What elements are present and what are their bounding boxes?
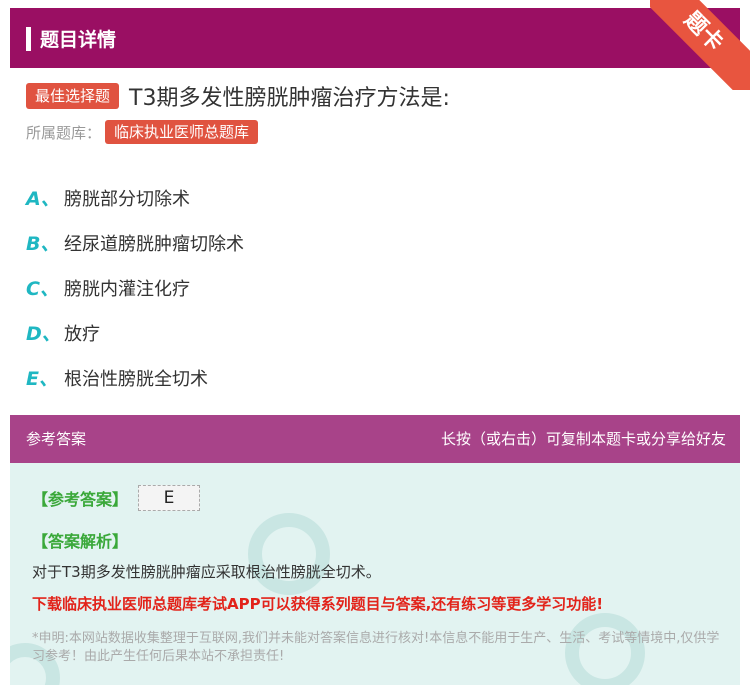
question-type-badge: 最佳选择题: [26, 83, 120, 109]
corner-ribbon: 题卡: [650, 0, 750, 90]
bank-label: 所属题库：: [26, 123, 102, 142]
option-list: A、 膀胱部分切除术 B、 经尿道膀胱肿瘤切除术 C、 膀胱内灌注化疗 D、 放…: [26, 175, 244, 400]
header-accent-bar: [26, 27, 31, 51]
question-text: T3期多发性膀胱肿瘤治疗方法是:: [129, 86, 450, 111]
analysis-label: 【答案解析】: [32, 532, 129, 551]
option-text: 膀胱部分切除术: [64, 188, 190, 210]
question-line: 最佳选择题 T3期多发性膀胱肿瘤治疗方法是:: [26, 80, 450, 112]
disclaimer-text: *申明:本网站数据收集整理于互联网,我们并未能对答案信息进行核对!本信息不能用于…: [32, 631, 720, 664]
watermark-logo: [248, 513, 330, 595]
option-text: 放疗: [64, 323, 100, 345]
option-letter: E、: [26, 368, 58, 390]
answer-header: 参考答案 长按（或右击）可复制本题卡或分享给好友: [10, 415, 740, 463]
option-text: 经尿道膀胱肿瘤切除术: [64, 233, 244, 255]
option-a[interactable]: A、 膀胱部分切除术: [26, 175, 244, 220]
answer-panel: 【参考答案】 E 【答案解析】 对于T3期多发性膀胱肿瘤应采取根治性膀胱全切术。…: [10, 463, 740, 685]
option-d[interactable]: D、 放疗: [26, 310, 244, 355]
answer-label: 【参考答案】: [32, 490, 129, 509]
answer-header-title: 参考答案: [26, 430, 87, 448]
app-download-link[interactable]: 下载临床执业医师总题库考试APP可以获得系列题目与答案,还有练习等更多学习功能!: [32, 593, 603, 614]
option-b[interactable]: B、 经尿道膀胱肿瘤切除术: [26, 220, 244, 265]
page-title: 题目详情: [40, 29, 117, 51]
ribbon-label: 题卡: [650, 0, 750, 90]
option-letter: C、: [26, 278, 59, 300]
bank-link[interactable]: 临床执业医师总题库: [105, 120, 259, 144]
option-c[interactable]: C、 膀胱内灌注化疗: [26, 265, 244, 310]
question-bank-line: 所属题库： 临床执业医师总题库: [26, 120, 259, 144]
share-hint: 长按（或右击）可复制本题卡或分享给好友: [440, 430, 726, 448]
page-header: 题目详情: [10, 8, 740, 68]
option-text: 膀胱内灌注化疗: [64, 278, 190, 300]
option-e[interactable]: E、 根治性膀胱全切术: [26, 355, 244, 400]
option-text: 根治性膀胱全切术: [64, 368, 208, 390]
option-letter: B、: [26, 233, 60, 255]
option-letter: A、: [26, 188, 60, 210]
answer-row: 【参考答案】 E: [32, 485, 201, 511]
option-letter: D、: [26, 323, 61, 345]
analysis-text: 对于T3期多发性膀胱肿瘤应采取根治性膀胱全切术。: [32, 563, 381, 581]
answer-value: E: [138, 485, 201, 511]
